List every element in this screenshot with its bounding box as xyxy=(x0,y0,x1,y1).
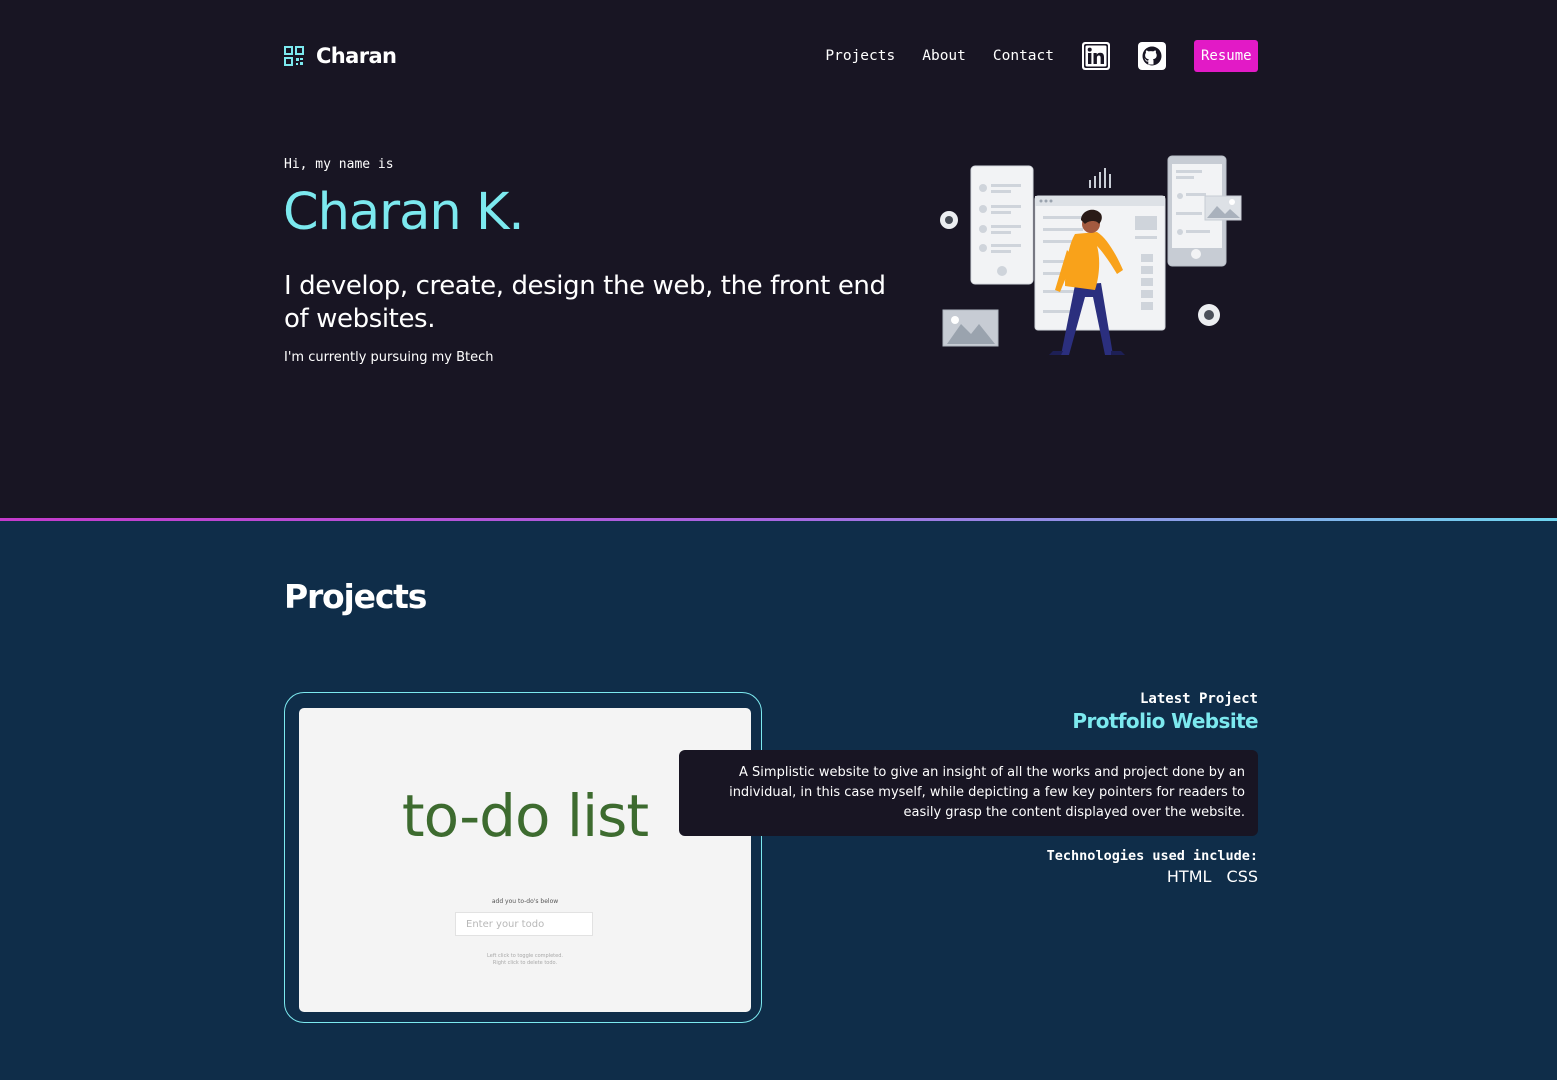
tech-list: HTML CSS xyxy=(1047,867,1258,886)
nav-link-contact[interactable]: Contact xyxy=(993,48,1054,64)
grid-qr-icon xyxy=(284,46,304,66)
hero-greeting: Hi, my name is xyxy=(284,157,394,172)
preview-hint: Left click to toggle completed. Right cl… xyxy=(299,953,751,967)
linkedin-icon[interactable] xyxy=(1082,42,1110,70)
tech-item-css: CSS xyxy=(1226,867,1258,886)
hero-subtext: I'm currently pursuing my Btech xyxy=(284,350,494,365)
tech-item-html: HTML xyxy=(1166,867,1212,886)
top-nav: Projects About Contact Resume xyxy=(825,40,1258,72)
projects-section: Projects to-do list add you to-do's belo… xyxy=(0,521,1557,1080)
project-meta: Latest Project Protfolio Website xyxy=(1072,691,1258,733)
brand-name: Charan xyxy=(316,44,397,68)
github-icon[interactable] xyxy=(1138,42,1166,70)
hero-tagline: I develop, create, design the web, the f… xyxy=(284,271,886,334)
developer-illustration xyxy=(940,155,1242,355)
project-title-link[interactable]: Protfolio Website xyxy=(1072,709,1258,733)
project-technologies: Technologies used include: HTML CSS xyxy=(1047,848,1258,886)
project-description: A Simplistic website to give an insight … xyxy=(679,750,1258,836)
latest-project-label: Latest Project xyxy=(1139,691,1258,707)
tech-label: Technologies used include: xyxy=(1046,848,1258,864)
preview-prompt: add you to-do's below xyxy=(491,898,559,905)
projects-heading: Projects xyxy=(284,577,427,616)
hero-section: Charan Projects About Contact Resume Hi,… xyxy=(0,0,1557,518)
nav-link-about[interactable]: About xyxy=(922,48,966,64)
hero-name: Charan K. xyxy=(283,183,525,242)
nav-link-projects[interactable]: Projects xyxy=(825,48,895,64)
preview-hint-line2: Right click to delete todo. xyxy=(492,960,558,966)
preview-todo-input: Enter your todo xyxy=(455,912,593,936)
brand-logo[interactable]: Charan xyxy=(284,44,397,68)
resume-button[interactable]: Resume xyxy=(1194,40,1258,72)
preview-hint-line1: Left click to toggle completed. xyxy=(487,953,563,959)
